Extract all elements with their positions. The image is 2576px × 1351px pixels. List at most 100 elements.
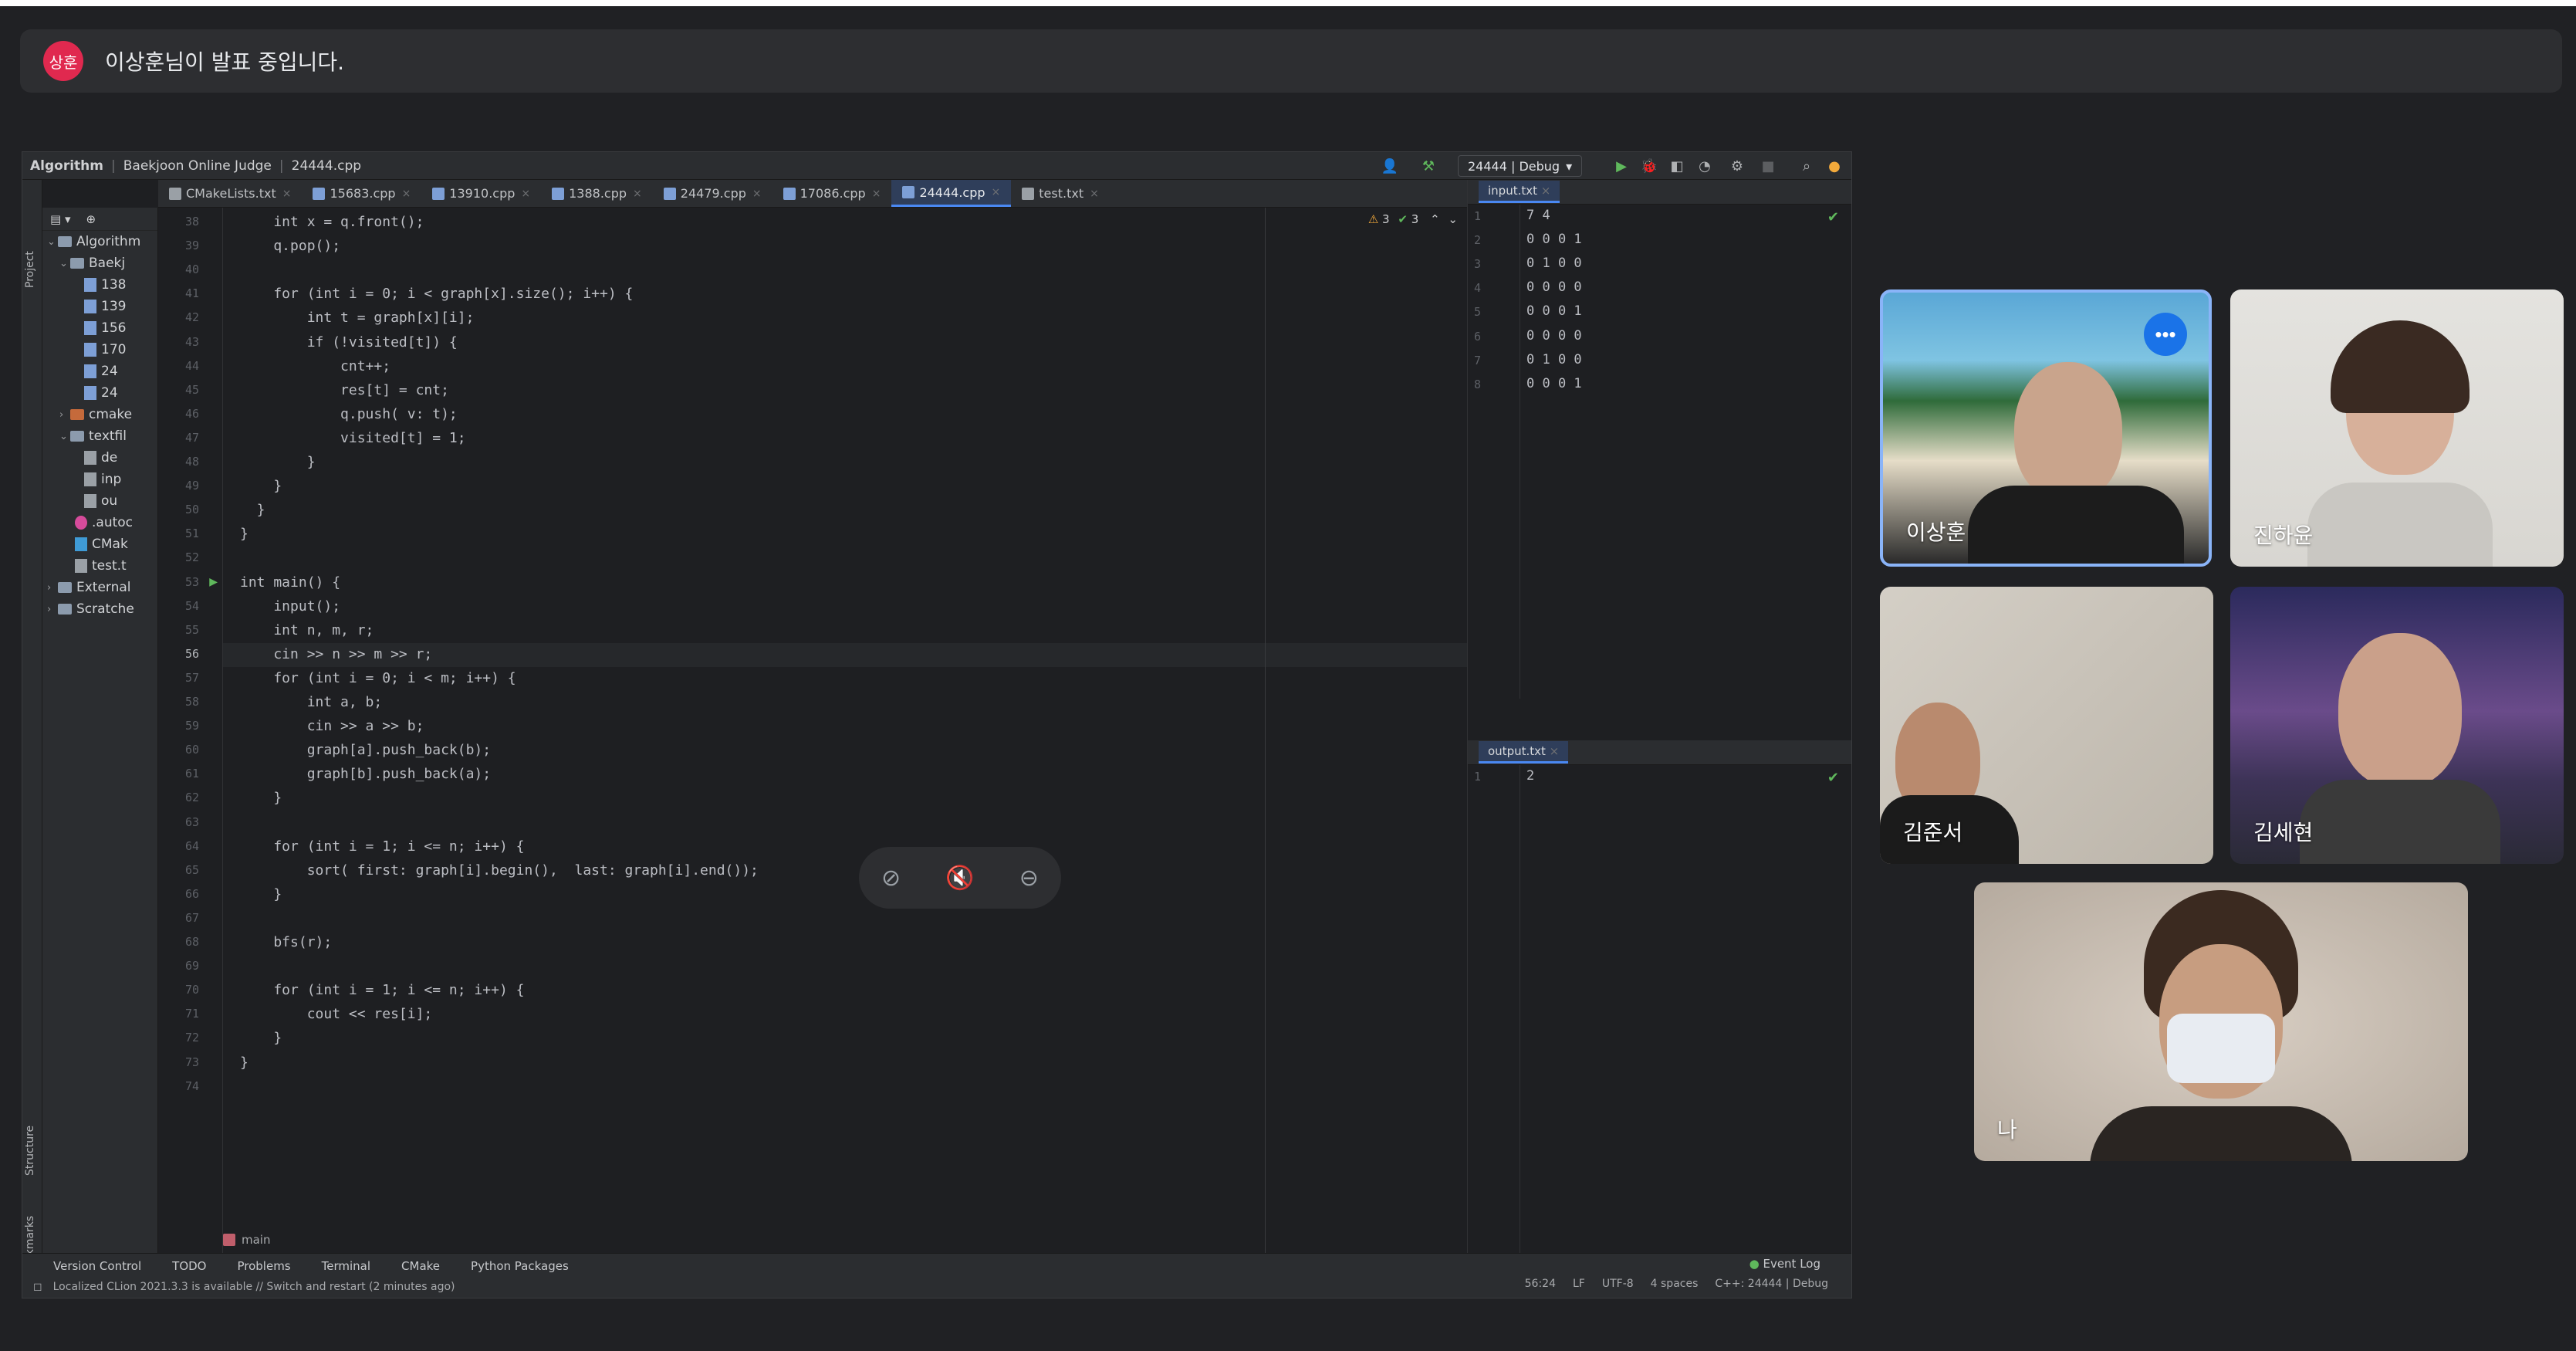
tool-project[interactable]: Project [24, 251, 36, 288]
function-name[interactable]: main [242, 1233, 270, 1247]
close-icon[interactable]: × [402, 188, 411, 200]
chevron-down-icon[interactable]: ⌄ [1448, 212, 1458, 226]
toolwindow-button[interactable]: CMake [401, 1259, 440, 1273]
project-view-icon[interactable]: ▤ ▾ [50, 212, 70, 226]
unpin-icon[interactable]: ⊘ [881, 865, 901, 892]
editor-tab[interactable]: 17086.cpp × [772, 180, 892, 207]
line-number: 1 [1474, 770, 1482, 784]
status-message[interactable]: Localized CLion 2021.3.3 is available //… [53, 1281, 455, 1293]
editor-tab[interactable]: test.txt × [1011, 180, 1110, 207]
project-tree-item[interactable]: test.t [42, 555, 157, 577]
line-number: 74 [184, 1078, 199, 1093]
project-tree-item[interactable]: inp [42, 469, 157, 490]
toolwindow-button[interactable]: Python Packages [471, 1259, 569, 1273]
code-editor[interactable]: ⚠ 3 ✔ 3 ⌃ ⌄ int x = q.front(); q.pop(); … [223, 208, 1473, 1253]
project-toolbar: ▤ ▾ ⊕ [42, 208, 157, 231]
status-widget[interactable]: LF [1573, 1278, 1585, 1290]
close-icon[interactable]: × [992, 186, 1001, 198]
project-tree-item[interactable]: ⌄ Baekj [42, 252, 157, 274]
project-tree-item[interactable]: ⌄ Algorithm [42, 231, 157, 252]
close-icon[interactable]: × [752, 188, 762, 200]
participant-tile-1[interactable]: ••• 이상훈 [1880, 290, 2212, 567]
toolwindow-button[interactable]: Terminal [322, 1259, 370, 1273]
chevron-down-icon: ⌄ [47, 235, 56, 248]
close-icon[interactable]: × [633, 188, 642, 200]
project-tree-item[interactable]: › External [42, 577, 157, 598]
input-panel[interactable]: ✔ 1 7 4 2 0 0 0 1 3 0 1 0 0 4 0 0 0 0 5 0 0 0 1 6 0… [1468, 205, 1851, 699]
breadcrumb-project[interactable]: Algorithm [22, 158, 111, 174]
line-number: 54 [184, 598, 199, 613]
line-number: 61 [184, 767, 199, 781]
editor-tab[interactable]: 13910.cpp × [421, 180, 541, 207]
input-line: 0 0 0 0 [1526, 327, 1582, 344]
editor-tab[interactable]: CMakeLists.txt × [158, 180, 302, 207]
search-icon[interactable]: ⌕ [1797, 157, 1816, 175]
status-toggle-icon[interactable]: ◻ [33, 1281, 42, 1293]
coverage-icon[interactable]: ◧ [1668, 157, 1686, 175]
project-tree-item[interactable]: 139 [42, 296, 157, 317]
notification-icon[interactable]: ● [1825, 157, 1844, 175]
participant-tile-4[interactable]: 김세현 [2230, 587, 2564, 864]
run-config-label: 24444 | Debug [1468, 158, 1560, 174]
toolwindow-button[interactable]: Version Control [53, 1259, 141, 1273]
project-tree-item[interactable]: › cmake [42, 404, 157, 425]
editor-tab[interactable]: 24479.cpp × [653, 180, 772, 207]
code-line: res[t] = cnt; [240, 381, 449, 398]
project-tree-item[interactable]: 156 [42, 317, 157, 339]
profile-icon[interactable]: ◔ [1695, 157, 1714, 175]
close-icon[interactable]: × [872, 188, 881, 200]
input-tab[interactable]: input.txt × [1479, 181, 1560, 203]
project-tree-item[interactable]: 138 [42, 274, 157, 296]
project-tree-item[interactable]: .autoc [42, 512, 157, 533]
event-log-button[interactable]: ● Event Log [1749, 1257, 1820, 1271]
project-tree-item[interactable]: ⌄ textfil [42, 425, 157, 447]
build-hammer-icon[interactable]: ⚒ [1419, 157, 1438, 175]
participant-tile-2[interactable]: 진하윤 [2230, 290, 2564, 567]
project-tree-item[interactable]: de [42, 447, 157, 469]
more-horizontal-icon[interactable]: ••• [2144, 313, 2187, 356]
code-line: cnt++; [240, 357, 391, 374]
ok-count: 3 [1411, 212, 1419, 226]
status-widget[interactable]: C++: 24444 | Debug [1715, 1278, 1828, 1290]
breadcrumb-file[interactable]: 24444.cpp [284, 158, 369, 174]
project-tree-item[interactable]: › Scratche [42, 598, 157, 620]
debug-icon[interactable]: 🐞 [1640, 157, 1658, 175]
inspection-widget[interactable]: ⚠ 3 ✔ 3 ⌃ ⌄ [1368, 212, 1458, 226]
status-widget[interactable]: 4 spaces [1651, 1278, 1699, 1290]
face-mask [2167, 1014, 2275, 1083]
status-widget[interactable]: UTF-8 [1602, 1278, 1634, 1290]
close-icon[interactable]: × [282, 188, 292, 200]
output-tab[interactable]: output.txt × [1479, 741, 1569, 764]
participant-tile-self[interactable]: 나 [1974, 882, 2468, 1161]
project-tree-item[interactable]: 24 [42, 382, 157, 404]
status-widget[interactable]: 56:24 [1525, 1278, 1556, 1290]
project-tree-label: 24 [101, 364, 118, 379]
remove-icon[interactable]: ⊖ [1019, 865, 1039, 892]
toolwindow-button[interactable]: Problems [237, 1259, 290, 1273]
output-panel[interactable]: ✔ 1 2 [1468, 765, 1851, 1253]
project-tree-item[interactable]: 24 [42, 361, 157, 382]
locate-icon[interactable]: ⊕ [86, 212, 96, 226]
run-configuration-select[interactable]: 24444 | Debug ▾ [1458, 155, 1583, 177]
participant-tile-3[interactable]: 김준서 [1880, 587, 2213, 864]
run-icon[interactable]: ▶ [1612, 157, 1631, 175]
project-tree-item[interactable]: CMak [42, 533, 157, 555]
project-tree-item[interactable]: 170 [42, 339, 157, 361]
toolwindow-button[interactable]: TODO [172, 1259, 206, 1273]
mute-icon[interactable]: 🔇 [945, 865, 974, 892]
project-tree-item[interactable]: ou [42, 490, 157, 512]
close-icon[interactable]: × [521, 188, 530, 200]
user-icon[interactable]: 👤 [1381, 157, 1399, 175]
chevron-up-icon[interactable]: ⌃ [1430, 212, 1440, 226]
stop-icon[interactable]: ■ [1759, 157, 1777, 175]
breadcrumb-folder[interactable]: Baekjoon Online Judge [116, 158, 279, 174]
status-bar: Version Control TODO Problems Terminal CMake… [22, 1253, 1851, 1298]
attach-icon[interactable]: ⚙ [1728, 157, 1746, 175]
tool-structure[interactable]: Structure [24, 1126, 36, 1176]
editor-tab[interactable]: 24444.cpp × [891, 180, 1012, 207]
close-icon[interactable]: × [1090, 188, 1099, 200]
project-tree: ⌄ Algorithm ⌄ Baekj 138 139 156 170 24 24 › cmake ⌄ t… [42, 231, 157, 620]
run-gutter-icon[interactable]: ▶ [209, 576, 218, 588]
editor-tab[interactable]: 15683.cpp × [302, 180, 421, 207]
editor-tab[interactable]: 1388.cpp × [541, 180, 653, 207]
